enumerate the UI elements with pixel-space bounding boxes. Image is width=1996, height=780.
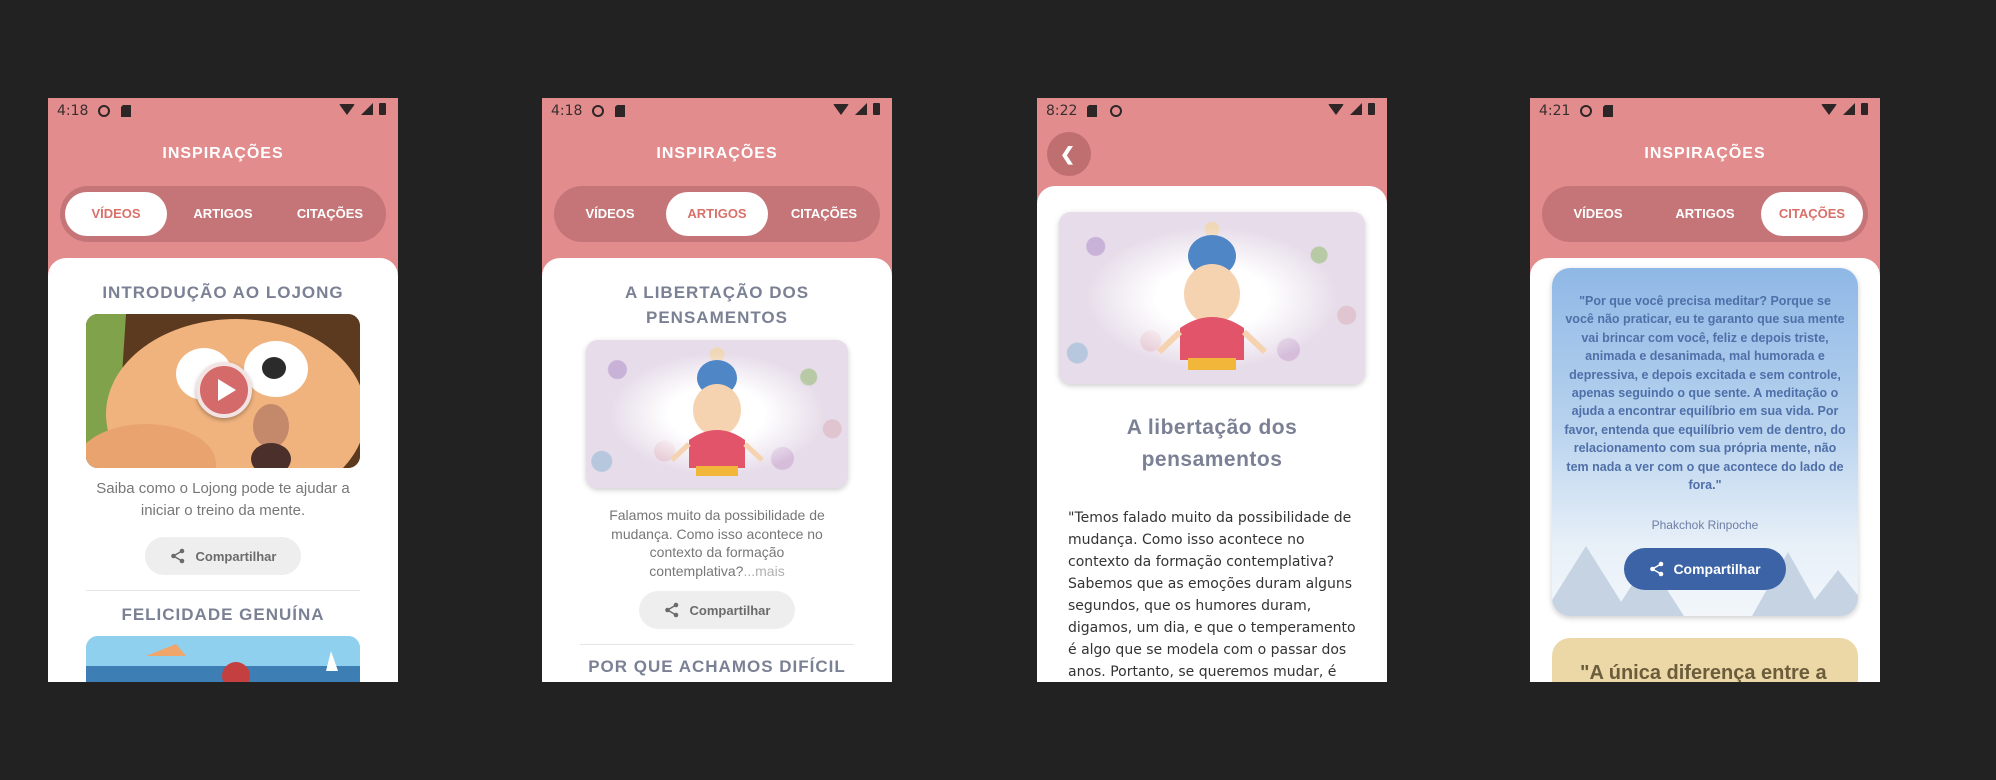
sync-icon xyxy=(1110,104,1122,117)
signal-icon xyxy=(1843,103,1855,115)
content-list: A LIBERTAÇÃO DOS PENSAMENTOS Falamos mui… xyxy=(542,258,892,682)
play-button[interactable] xyxy=(196,362,252,418)
sd-card-icon xyxy=(1603,104,1614,117)
status-time: 4:18 xyxy=(551,103,583,119)
share-button[interactable]: Compartilhar xyxy=(145,537,301,575)
chevron-left-icon: ❮ xyxy=(1060,144,1076,164)
phone-screen-article-detail: 8:22 ❮ A libertação dos pensamentos "Tem… xyxy=(1037,98,1387,682)
share-icon xyxy=(664,602,678,618)
tab-bar: VÍDEOS ARTIGOS CITAÇÕES xyxy=(1542,186,1868,242)
wifi-icon xyxy=(1821,103,1837,115)
wifi-icon xyxy=(833,103,849,115)
share-label: Compartilhar xyxy=(1673,561,1761,577)
article-image xyxy=(1059,212,1365,384)
phone-screen-artigos: 4:18 INSPIRAÇÕES VÍDEOS ARTIGOS CITAÇÕES… xyxy=(542,98,892,682)
phone-screen-citacoes: 4:21 INSPIRAÇÕES VÍDEOS ARTIGOS CITAÇÕES… xyxy=(1530,98,1880,682)
status-time: 8:22 xyxy=(1046,103,1078,119)
system-icons xyxy=(1328,103,1375,115)
tab-artigos[interactable]: ARTIGOS xyxy=(666,192,768,236)
signal-icon xyxy=(855,103,867,115)
sd-card-icon xyxy=(121,104,132,117)
battery-icon xyxy=(1861,103,1868,115)
page-title: INSPIRAÇÕES xyxy=(162,145,284,162)
video-description: Saiba como o Lojong pode te ajudar a ini… xyxy=(96,480,350,519)
video-thumbnail-2[interactable] xyxy=(86,636,360,682)
video-title-2: FELICIDADE GENUÍNA xyxy=(121,605,325,624)
status-time: 4:18 xyxy=(57,103,89,119)
tab-bar: VÍDEOS ARTIGOS CITAÇÕES xyxy=(554,186,880,242)
sync-icon xyxy=(1580,104,1592,117)
sd-card-icon xyxy=(1087,104,1098,117)
quote-text-2: "A única diferença entre a xyxy=(1580,662,1827,682)
tab-citacoes[interactable]: CITAÇÕES xyxy=(1761,192,1863,236)
wifi-icon xyxy=(339,103,355,115)
status-time: 4:21 xyxy=(1539,103,1571,119)
sd-card-icon xyxy=(615,104,626,117)
tab-bar: VÍDEOS ARTIGOS CITAÇÕES xyxy=(60,186,386,242)
meditating-woman-illustration xyxy=(670,360,764,476)
quote-card-2: "A única diferença entre a xyxy=(1552,638,1858,682)
phone-screen-videos: 4:18 INSPIRAÇÕES VÍDEOS ARTIGOS CITAÇÕES… xyxy=(48,98,398,682)
battery-icon xyxy=(873,103,880,115)
battery-icon xyxy=(379,103,386,115)
share-icon xyxy=(1650,561,1664,577)
more-link[interactable]: ...mais xyxy=(743,563,784,579)
tab-videos[interactable]: VÍDEOS xyxy=(559,192,661,236)
mountain-decoration xyxy=(1802,570,1858,616)
divider xyxy=(580,644,854,645)
signal-icon xyxy=(1350,103,1362,115)
status-bar: 8:22 xyxy=(1037,98,1387,124)
quote-card: "Por que você precisa meditar? Porque se… xyxy=(1552,268,1858,616)
article-title: A LIBERTAÇÃO DOS PENSAMENTOS xyxy=(624,283,810,327)
sync-icon xyxy=(98,104,110,117)
article-title-2: POR QUE ACHAMOS DIFÍCIL xyxy=(588,657,846,676)
share-button[interactable]: Compartilhar xyxy=(639,591,795,629)
play-icon xyxy=(218,379,236,401)
share-label: Compartilhar xyxy=(689,602,771,618)
sync-icon xyxy=(592,104,604,117)
share-button[interactable]: Compartilhar xyxy=(1624,548,1786,590)
video-title: INTRODUÇÃO AO LOJONG xyxy=(102,283,344,302)
tab-artigos[interactable]: ARTIGOS xyxy=(172,192,274,236)
system-icons xyxy=(339,103,386,115)
meditating-woman-illustration xyxy=(1156,235,1268,370)
divider xyxy=(86,590,360,591)
signal-icon xyxy=(361,103,373,115)
system-icons xyxy=(1821,103,1868,115)
back-button[interactable]: ❮ xyxy=(1047,132,1091,176)
tab-videos[interactable]: VÍDEOS xyxy=(1547,192,1649,236)
wifi-icon xyxy=(1328,103,1344,115)
article-description: Falamos muito da possibilidade de mudanç… xyxy=(609,507,825,579)
content-list: INTRODUÇÃO AO LOJONG Saiba como o Lojong… xyxy=(48,258,398,682)
battery-icon xyxy=(1368,103,1375,115)
page-title: INSPIRAÇÕES xyxy=(1644,145,1766,162)
article-body: "Temos falado muito da possibilidade de … xyxy=(1068,510,1356,680)
tab-artigos[interactable]: ARTIGOS xyxy=(1654,192,1756,236)
tab-citacoes[interactable]: CITAÇÕES xyxy=(279,192,381,236)
quotes-list: "Por que você precisa meditar? Porque se… xyxy=(1530,258,1880,682)
quote-author: Phakchok Rinpoche xyxy=(1651,518,1759,532)
share-icon xyxy=(170,548,184,564)
beach-illustration xyxy=(86,636,360,682)
tab-videos[interactable]: VÍDEOS xyxy=(65,192,167,236)
status-bar: 4:18 xyxy=(542,98,892,124)
page-title: INSPIRAÇÕES xyxy=(656,145,778,162)
article-title: A libertação dos pensamentos xyxy=(1126,416,1298,471)
video-thumbnail[interactable] xyxy=(86,314,360,468)
article-thumbnail[interactable] xyxy=(586,340,848,488)
tab-citacoes[interactable]: CITAÇÕES xyxy=(773,192,875,236)
system-icons xyxy=(833,103,880,115)
quote-text: "Por que você precisa meditar? Porque se… xyxy=(1564,294,1846,493)
status-bar: 4:18 xyxy=(48,98,398,124)
share-label: Compartilhar xyxy=(195,548,277,564)
status-bar: 4:21 xyxy=(1530,98,1880,124)
